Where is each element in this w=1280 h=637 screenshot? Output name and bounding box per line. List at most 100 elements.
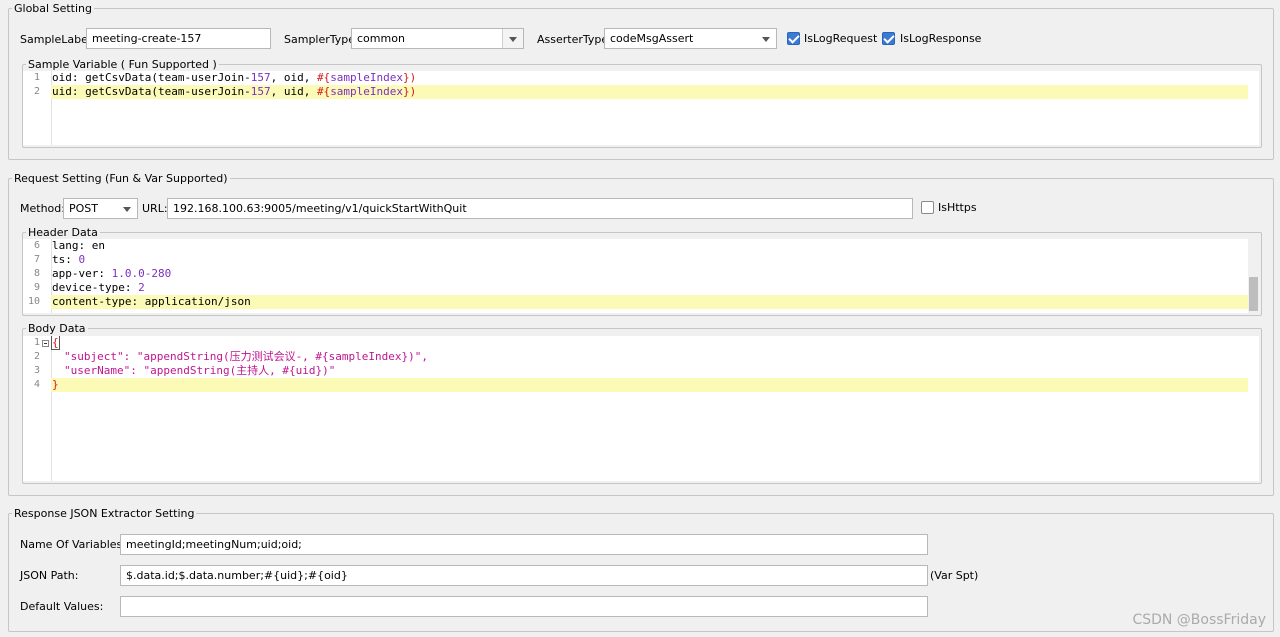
var-name: sampleIndex — [330, 85, 404, 98]
body-line[interactable]: "userName": "appendString(主持人, #{uid})" — [51, 364, 1259, 378]
line-number-gutter: 1 2 3 4 — [23, 336, 52, 481]
line-number: 2 — [33, 351, 40, 362]
header-sep: : — [78, 239, 92, 252]
line-number: 10 — [27, 296, 40, 307]
sampler-type-value: common — [357, 32, 405, 45]
header-key: ts — [52, 253, 66, 266]
line-number: 8 — [33, 268, 40, 279]
default-values-input[interactable] — [120, 596, 928, 617]
collapse-fold-icon[interactable] — [42, 340, 49, 347]
open-brace: { — [51, 336, 60, 350]
url-label: URL: — [142, 202, 168, 215]
line-number: 4 — [33, 379, 40, 390]
names-input[interactable]: meetingId;meetingNum;uid;oid; — [120, 534, 928, 555]
line-number: 2 — [33, 86, 40, 97]
line-number-gutter: 6 7 8 9 10 — [23, 239, 52, 313]
header-line[interactable]: app-ver: 1.0.0-280 — [51, 267, 1259, 281]
is-https-label[interactable]: IsHttps — [938, 201, 977, 215]
asserter-type-label: AsserterType: — [537, 33, 612, 46]
header-key: device-type — [52, 281, 125, 294]
chevron-down-icon[interactable] — [117, 199, 137, 218]
arg-text: , oid, — [270, 71, 317, 84]
var-open: #{ — [316, 71, 331, 84]
sample-variable-legend: Sample Variable ( Fun Supported ) — [28, 58, 217, 71]
body-data-editor[interactable]: 1 2 3 4 { "subject": "appendString(压力测试会… — [23, 336, 1259, 481]
body-subject: "subject": "appendString(压力测试会议-, #{samp… — [64, 350, 429, 363]
line-number: 7 — [33, 254, 40, 265]
watermark-text: CSDN @BossFriday — [1132, 612, 1266, 628]
header-value: 1.0.0-280 — [111, 267, 172, 280]
sample-label-label: SampleLabel: — [20, 33, 95, 46]
line-number: 3 — [33, 365, 40, 376]
json-path-label: JSON Path: — [20, 569, 79, 582]
scrollbar-thumb[interactable] — [1249, 277, 1258, 311]
body-data-legend: Body Data — [28, 322, 86, 335]
line-number: 6 — [33, 240, 40, 251]
arg-text: team-userJoin- — [157, 85, 251, 98]
header-sep: : — [65, 253, 79, 266]
sample-variable-editor[interactable]: 1 2 oid: getCsvData(team-userJoin-157, o… — [23, 71, 1259, 145]
sample-label-input[interactable]: meeting-create-157 — [86, 28, 271, 49]
arg-number: 157 — [250, 85, 271, 98]
arg-number: 157 — [250, 71, 271, 84]
line-number-gutter: 1 2 — [23, 71, 52, 145]
arg-text: , uid, — [270, 85, 317, 98]
var-key: oid: — [52, 71, 86, 84]
sampler-type-label: SamplerType: — [284, 33, 359, 46]
header-key: lang — [52, 239, 79, 252]
function-name: getCsvData( — [85, 85, 158, 98]
body-line[interactable]: "subject": "appendString(压力测试会议-, #{samp… — [51, 350, 1259, 364]
default-values-label: Default Values: — [20, 600, 104, 613]
close-brace: } — [52, 378, 59, 391]
header-key: content-type — [52, 295, 132, 308]
global-setting-legend: Global Setting — [14, 2, 92, 15]
chevron-down-icon[interactable] — [756, 29, 776, 48]
names-label: Name Of Variables: — [20, 538, 126, 551]
is-log-request-label[interactable]: IsLogRequest — [804, 32, 877, 46]
header-scrollbar[interactable] — [1248, 239, 1259, 313]
body-line[interactable]: { — [51, 336, 1259, 350]
method-select[interactable]: POST — [63, 198, 138, 219]
url-input[interactable]: 192.168.100.63:9005/meeting/v1/quickStar… — [167, 198, 913, 219]
header-sep: : — [98, 267, 112, 280]
is-log-response-label[interactable]: IsLogResponse — [900, 32, 981, 46]
code-line-current[interactable]: uid: getCsvData(team-userJoin-157, uid, … — [51, 85, 1248, 99]
json-path-input[interactable]: $.data.id;$.data.number;#{uid};#{oid} — [120, 565, 928, 586]
var-name: sampleIndex — [330, 71, 404, 84]
header-sep: : — [131, 295, 145, 308]
line-number: 9 — [33, 282, 40, 293]
header-line-current[interactable]: content-type: application/json — [51, 295, 1248, 309]
header-data-legend: Header Data — [28, 226, 98, 239]
line-number: 1 — [33, 72, 40, 83]
extractor-setting-legend: Response JSON Extractor Setting — [14, 507, 195, 520]
request-setting-legend: Request Setting (Fun & Var Supported) — [14, 172, 228, 185]
var-close: }) — [403, 71, 417, 84]
var-close: }) — [403, 85, 417, 98]
chevron-down-icon[interactable] — [502, 29, 523, 48]
function-name: getCsvData( — [85, 71, 158, 84]
var-open: #{ — [316, 85, 331, 98]
var-spt-label: (Var Spt) — [930, 569, 979, 582]
header-value: en — [91, 239, 105, 252]
header-sep: : — [124, 281, 139, 294]
header-line[interactable]: lang: en — [51, 239, 1259, 253]
header-value: 0 — [78, 253, 86, 266]
is-https-checkbox[interactable] — [921, 201, 934, 214]
line-number: 1 — [33, 337, 40, 348]
header-data-editor[interactable]: 6 7 8 9 10 lang: en ts: 0 app-ver: 1.0.0… — [23, 239, 1259, 313]
asserter-type-select[interactable]: codeMsgAssert — [604, 28, 777, 49]
method-value: POST — [69, 202, 98, 215]
is-log-request-checkbox[interactable] — [787, 32, 800, 45]
body-line-current[interactable]: } — [51, 378, 1248, 392]
is-log-response-checkbox[interactable] — [882, 32, 895, 45]
header-value: 2 — [138, 281, 145, 294]
header-line[interactable]: ts: 0 — [51, 253, 1259, 267]
method-label: Method: — [20, 202, 65, 215]
header-line[interactable]: device-type: 2 — [51, 281, 1259, 295]
asserter-type-value: codeMsgAssert — [610, 32, 694, 45]
sampler-type-select[interactable]: common — [351, 28, 524, 49]
var-key: uid: — [52, 85, 86, 98]
code-line[interactable]: oid: getCsvData(team-userJoin-157, oid, … — [51, 71, 1259, 85]
header-value: application/json — [144, 295, 251, 308]
header-key: app-ver — [52, 267, 99, 280]
